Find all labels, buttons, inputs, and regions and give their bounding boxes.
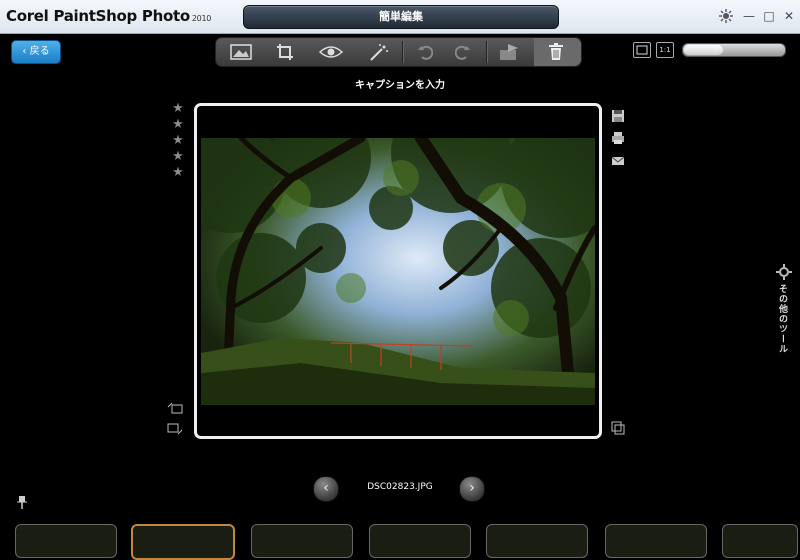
close-button[interactable]: ✕ xyxy=(782,9,796,23)
app-name: Corel PaintShop Photo xyxy=(6,7,190,25)
toolbar-divider xyxy=(402,41,404,63)
delete-button[interactable] xyxy=(539,40,573,64)
red-eye-button[interactable] xyxy=(314,40,348,64)
email-icon[interactable] xyxy=(611,154,625,168)
filmstrip-thumbnail[interactable] xyxy=(369,524,471,558)
photo-fix-button[interactable] xyxy=(224,40,258,64)
star-icon[interactable]: ★ xyxy=(171,101,185,117)
flip-vertical-icon[interactable] xyxy=(167,423,183,435)
mode-title: 簡単編集 xyxy=(243,5,559,29)
maximize-button[interactable]: □ xyxy=(762,9,776,23)
rotate-right-icon xyxy=(455,45,470,60)
trash-icon xyxy=(549,43,563,60)
red-eye-icon xyxy=(319,46,343,58)
edit-toolbar xyxy=(215,37,582,67)
filmstrip-thumbnail[interactable] xyxy=(605,524,707,558)
pin-icon[interactable] xyxy=(16,495,28,509)
filmstrip-thumbnail[interactable] xyxy=(486,524,588,558)
star-icon[interactable]: ★ xyxy=(171,149,185,165)
zoom-slider[interactable] xyxy=(682,43,786,57)
photo-frame xyxy=(194,103,602,439)
filmstrip-thumbnail[interactable] xyxy=(722,524,798,558)
filmstrip-thumbnail[interactable] xyxy=(15,524,117,558)
rotate-left-button[interactable] xyxy=(408,40,442,64)
settings-sun-icon[interactable] xyxy=(719,9,733,23)
crop-icon xyxy=(277,44,293,60)
other-tools-panel[interactable]: その他のツール xyxy=(776,264,794,364)
minimize-button[interactable]: — xyxy=(742,9,756,23)
save-icon[interactable] xyxy=(611,109,625,123)
back-button[interactable]: ‹ 戻る xyxy=(11,40,61,64)
crop-button[interactable] xyxy=(268,40,302,64)
star-icon[interactable]: ★ xyxy=(171,117,185,133)
actual-size-button[interactable]: 1:1 xyxy=(656,42,674,58)
caption-input[interactable]: キャプションを入力 xyxy=(0,76,800,91)
app-title: Corel PaintShop Photo 2010 xyxy=(6,7,211,25)
fit-to-window-icon[interactable] xyxy=(633,42,651,58)
rotate-left-icon xyxy=(418,45,433,60)
compare-icon[interactable] xyxy=(611,421,625,435)
back-label: 戻る xyxy=(29,46,50,57)
title-bar: Corel PaintShop Photo 2010 簡単編集 — □ ✕ xyxy=(0,0,800,34)
filmstrip-thumbnail-selected[interactable] xyxy=(131,524,235,560)
main-photo xyxy=(201,138,595,405)
share-button[interactable] xyxy=(492,40,526,64)
zoom-slider-fill xyxy=(684,45,723,55)
gear-icon xyxy=(776,264,792,280)
rating-stars: ★ ★ ★ ★ ★ xyxy=(171,101,185,181)
print-icon[interactable] xyxy=(611,131,625,145)
toolbar-divider xyxy=(486,41,488,63)
next-photo-button[interactable]: › xyxy=(459,476,485,502)
photo-fix-icon xyxy=(230,44,252,60)
star-icon[interactable]: ★ xyxy=(171,165,185,181)
other-tools-label: その他のツール xyxy=(777,284,787,354)
makeover-icon xyxy=(370,44,388,61)
filmstrip-thumbnail[interactable] xyxy=(251,524,353,558)
share-icon xyxy=(500,44,518,60)
star-icon[interactable]: ★ xyxy=(171,133,185,149)
flip-horizontal-icon[interactable] xyxy=(167,402,183,414)
photo-filename: DSC02823.JPG xyxy=(367,482,433,492)
rotate-right-button[interactable] xyxy=(446,40,480,64)
makeover-button[interactable] xyxy=(362,40,396,64)
app-version: 2010 xyxy=(191,14,212,23)
previous-photo-button[interactable]: ‹ xyxy=(313,476,339,502)
